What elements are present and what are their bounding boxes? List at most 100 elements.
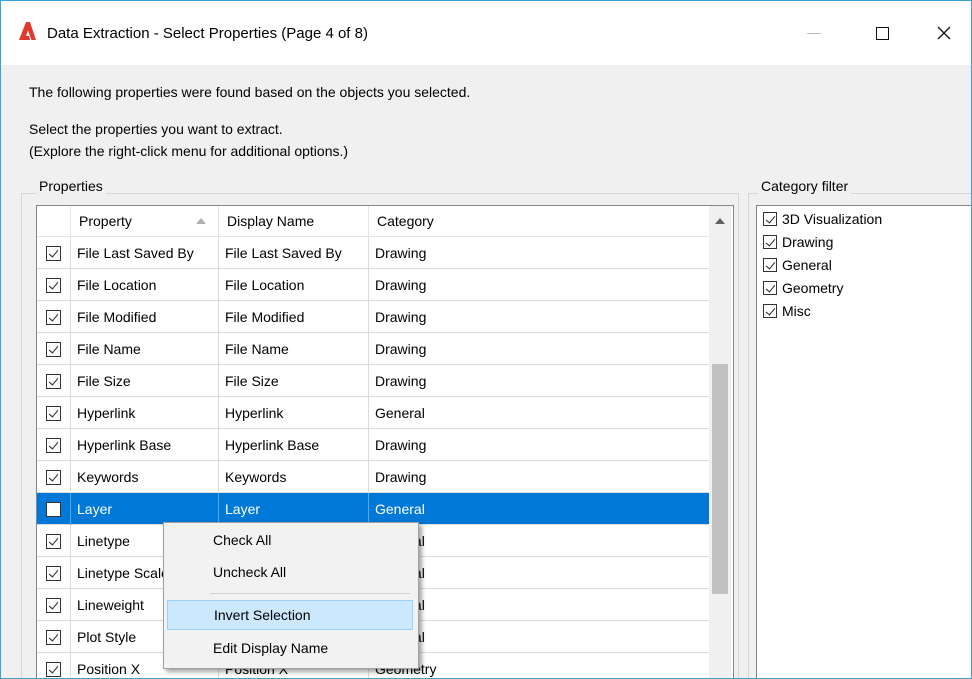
scrollbar-thumb[interactable] xyxy=(712,364,728,594)
category-label: Drawing xyxy=(782,234,834,250)
row-checkbox[interactable] xyxy=(46,533,61,549)
category-cell: Geometry xyxy=(375,661,437,677)
table-row[interactable]: File Name File Name Drawing xyxy=(37,333,709,365)
column-header-category[interactable]: Category xyxy=(369,206,709,236)
display-name-cell[interactable]: Hyperlink xyxy=(219,397,369,429)
property-cell: Layer xyxy=(71,493,219,525)
data-extraction-window: Data Extraction - Select Properties (Pag… xyxy=(0,0,972,679)
table-row[interactable]: Hyperlink Hyperlink General xyxy=(37,397,709,429)
minimize-icon xyxy=(807,32,821,34)
row-checkbox-cell xyxy=(37,621,71,653)
sort-ascending-icon xyxy=(196,218,206,224)
minimize-button[interactable] xyxy=(791,15,837,51)
property-cell: Keywords xyxy=(71,461,219,493)
display-name-cell[interactable]: File Modified xyxy=(219,301,369,333)
category-filter-item[interactable]: Geometry xyxy=(763,277,843,299)
menu-item-invert-selection[interactable]: Invert Selection xyxy=(167,600,413,630)
category-cell: General xyxy=(375,501,425,517)
close-button[interactable] xyxy=(921,15,967,51)
window-title: Data Extraction - Select Properties (Pag… xyxy=(47,25,368,42)
row-checkbox[interactable] xyxy=(46,469,61,485)
maximize-icon xyxy=(875,26,889,40)
column-header-display-name[interactable]: Display Name xyxy=(219,206,369,236)
column-header-property[interactable]: Property xyxy=(71,206,219,236)
display-name-cell[interactable]: Hyperlink Base xyxy=(219,429,369,461)
display-name-cell[interactable]: File Name xyxy=(219,333,369,365)
property-cell: File Name xyxy=(71,333,219,365)
maximize-button[interactable] xyxy=(859,15,905,51)
property-cell: File Location xyxy=(71,269,219,301)
display-name-cell[interactable]: Keywords xyxy=(219,461,369,493)
menu-item-check-all[interactable]: Check All xyxy=(167,525,413,555)
table-row[interactable]: File Size File Size Drawing xyxy=(37,365,709,397)
row-checkbox[interactable] xyxy=(46,661,61,677)
category-checkbox[interactable] xyxy=(763,212,777,226)
category-cell: Drawing xyxy=(375,277,427,293)
row-checkbox[interactable] xyxy=(46,309,61,325)
instruction-text: Select the properties you want to extrac… xyxy=(29,121,283,137)
display-name-cell[interactable]: File Size xyxy=(219,365,369,397)
column-header-check[interactable] xyxy=(37,206,71,236)
table-row[interactable]: Keywords Keywords Drawing xyxy=(37,461,709,493)
category-cell: General xyxy=(369,557,709,589)
row-checkbox-cell xyxy=(37,493,71,525)
category-cell: Drawing xyxy=(375,469,427,485)
scroll-up-icon[interactable] xyxy=(715,218,725,224)
row-checkbox-cell xyxy=(37,365,71,397)
category-cell: Drawing xyxy=(375,309,427,325)
autocad-logo-icon xyxy=(19,22,36,40)
row-checkbox[interactable] xyxy=(46,341,61,357)
category-cell: Drawing xyxy=(375,437,427,453)
row-checkbox-cell xyxy=(37,461,71,493)
row-checkbox[interactable] xyxy=(46,373,61,389)
row-checkbox[interactable] xyxy=(46,405,61,421)
table-row[interactable]: Hyperlink Base Hyperlink Base Drawing xyxy=(37,429,709,461)
category-cell: General xyxy=(369,525,709,557)
category-checkbox[interactable] xyxy=(763,258,777,272)
row-checkbox[interactable] xyxy=(46,597,61,613)
row-checkbox[interactable] xyxy=(46,277,61,293)
table-row[interactable]: Layer Layer General xyxy=(37,493,709,525)
row-checkbox[interactable] xyxy=(46,565,61,581)
table-row[interactable]: File Location File Location Drawing xyxy=(37,269,709,301)
row-checkbox[interactable] xyxy=(46,501,61,517)
category-checkbox[interactable] xyxy=(763,281,777,295)
table-row[interactable]: File Modified File Modified Drawing xyxy=(37,301,709,333)
category-filter-item[interactable]: 3D Visualization xyxy=(763,208,882,230)
property-cell: File Last Saved By xyxy=(71,237,219,269)
category-filter-label: Category filter xyxy=(758,178,852,194)
vertical-scrollbar[interactable] xyxy=(709,206,731,678)
dialog-content: The following properties were found base… xyxy=(1,65,971,678)
row-checkbox-cell xyxy=(37,269,71,301)
row-checkbox[interactable] xyxy=(46,245,61,261)
category-filter-item[interactable]: Drawing xyxy=(763,231,833,253)
properties-group-label: Properties xyxy=(36,178,106,194)
close-icon xyxy=(937,26,951,40)
display-name-cell[interactable]: Layer xyxy=(219,493,369,525)
menu-item-uncheck-all[interactable]: Uncheck All xyxy=(167,557,413,587)
category-label: 3D Visualization xyxy=(782,211,883,227)
category-cell: Drawing xyxy=(375,341,427,357)
row-checkbox[interactable] xyxy=(46,437,61,453)
category-cell: General xyxy=(369,621,709,653)
category-checkbox[interactable] xyxy=(763,235,777,249)
menu-item-edit-display-name[interactable]: Edit Display Name xyxy=(167,633,413,663)
property-cell: Hyperlink Base xyxy=(71,429,219,461)
column-header-property-label: Property xyxy=(79,213,132,229)
category-cell: Drawing xyxy=(375,373,427,389)
display-name-cell[interactable]: File Last Saved By xyxy=(219,237,369,269)
row-checkbox-cell xyxy=(37,237,71,269)
property-cell: Hyperlink xyxy=(71,397,219,429)
row-checkbox-cell xyxy=(37,525,71,557)
category-checkbox[interactable] xyxy=(763,304,777,318)
row-checkbox-cell xyxy=(37,397,71,429)
row-checkbox[interactable] xyxy=(46,629,61,645)
display-name-cell[interactable]: File Location xyxy=(219,269,369,301)
category-filter-list: 3D Visualization Drawing General Geometry Mi… xyxy=(756,205,971,678)
category-cell: Drawing xyxy=(375,245,427,261)
category-filter-item[interactable]: Misc xyxy=(763,300,811,322)
title-bar[interactable]: Data Extraction - Select Properties (Pag… xyxy=(1,1,971,65)
category-cell: General xyxy=(375,405,425,421)
table-row[interactable]: File Last Saved By File Last Saved By Draw… xyxy=(37,237,709,269)
category-filter-item[interactable]: General xyxy=(763,254,832,276)
